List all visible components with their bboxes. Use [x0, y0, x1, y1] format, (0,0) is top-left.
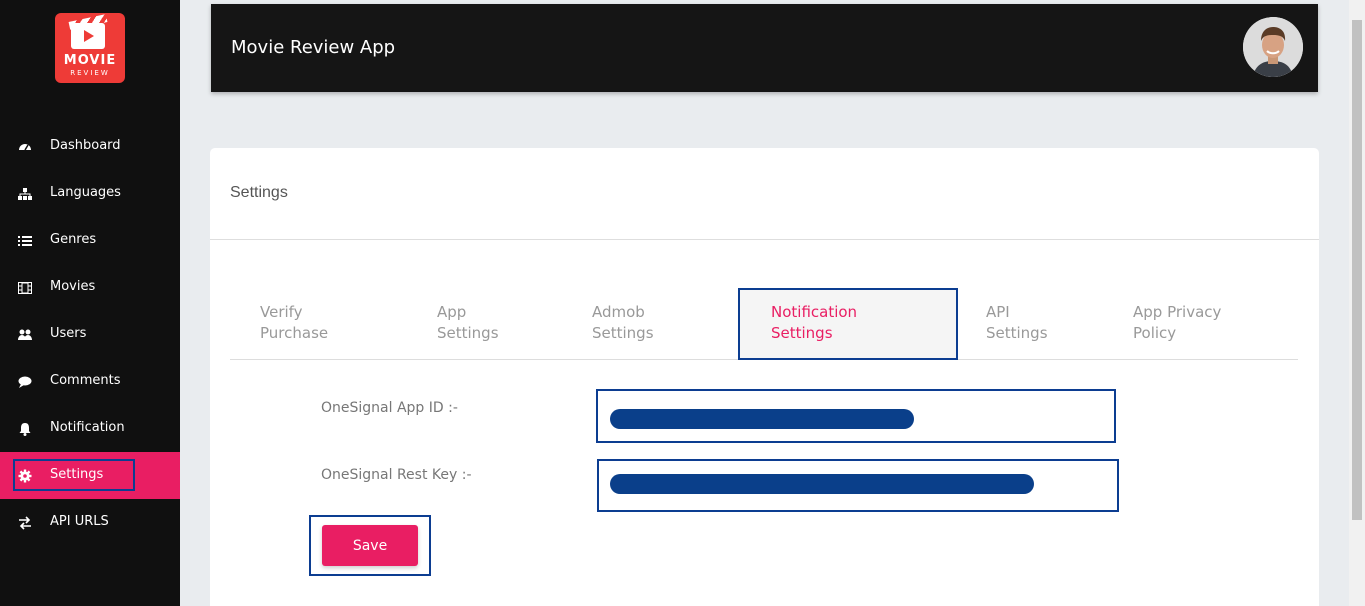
tab-label-line2: Purchase	[260, 324, 329, 342]
comments-icon	[18, 376, 32, 388]
exchange-icon	[19, 516, 31, 530]
tab-label-line2: Settings	[771, 324, 833, 342]
sidebar-nav: Dashboard Languages Genres Movies Users …	[0, 123, 180, 546]
sidebar-item-notification[interactable]: Notification	[0, 405, 180, 452]
tab-label-line2: Settings	[986, 324, 1048, 342]
onesignal-rest-key-input[interactable]	[597, 459, 1119, 512]
dashboard-icon	[19, 144, 31, 151]
sidebar-item-comments[interactable]: Comments	[0, 358, 180, 405]
onesignal-rest-key-label: OneSignal Rest Key :-	[321, 467, 472, 483]
tab-label-line1: App Privacy	[1133, 303, 1222, 321]
tab-label-line2: Settings	[437, 324, 499, 342]
redacted-value	[610, 409, 914, 429]
sidebar-item-label: Movies	[50, 279, 96, 294]
sidebar-item-dashboard[interactable]: Dashboard	[0, 123, 180, 170]
sidebar-item-label: API URLS	[50, 514, 109, 529]
sidebar-item-label: Users	[50, 326, 87, 341]
sidebar-item-genres[interactable]: Genres	[0, 217, 180, 264]
tab-admob-settings[interactable]: Admob Settings	[592, 302, 654, 344]
page-title: Settings	[230, 184, 288, 201]
onesignal-app-id-label: OneSignal App ID :-	[321, 400, 458, 416]
user-avatar-image	[1243, 17, 1303, 77]
gear-icon	[18, 469, 32, 483]
tab-label-line1: Notification	[771, 303, 858, 321]
list-icon	[18, 236, 32, 246]
tab-api-settings[interactable]: API Settings	[986, 302, 1048, 344]
tab-notification-settings[interactable]: Notification Settings	[771, 302, 857, 344]
tab-app-privacy-policy[interactable]: App Privacy Policy	[1133, 302, 1221, 344]
play-icon	[84, 30, 94, 42]
logo-text-review: REVIEW	[70, 69, 110, 77]
redacted-value	[610, 474, 1034, 494]
tab-label-line2: Policy	[1133, 324, 1177, 342]
top-header: Movie Review App	[211, 4, 1318, 92]
sidebar-item-label: Comments	[50, 373, 121, 388]
sidebar-item-label: Settings	[50, 467, 104, 482]
sidebar-item-movies[interactable]: Movies	[0, 264, 180, 311]
tab-label-line1: Verify	[260, 303, 303, 321]
tab-label-line1: Admob	[592, 303, 645, 321]
app-title: Movie Review App	[231, 37, 396, 58]
settings-tabs: Verify Purchase App Settings Admob Setti…	[230, 288, 1298, 360]
logo-text-movie: MOVIE	[63, 53, 117, 68]
sidebar-item-label: Genres	[50, 232, 97, 247]
sidebar-item-users[interactable]: Users	[0, 311, 180, 358]
divider	[210, 239, 1319, 240]
avatar[interactable]	[1243, 17, 1303, 77]
film-icon	[18, 282, 32, 294]
sidebar-item-label: Dashboard	[50, 138, 121, 153]
movie-review-logo[interactable]: MOVIE REVIEW	[55, 13, 125, 83]
sitemap-icon	[18, 188, 32, 200]
tab-app-settings[interactable]: App Settings	[437, 302, 499, 344]
sidebar-item-label: Languages	[50, 185, 121, 200]
onesignal-app-id-input[interactable]	[596, 389, 1116, 443]
sidebar: MOVIE REVIEW Dashboard Languages Genres …	[0, 0, 180, 606]
users-icon	[18, 329, 32, 340]
tab-label-line1: App	[437, 303, 467, 321]
scrollbar-thumb[interactable]	[1352, 20, 1362, 520]
save-button[interactable]: Save	[322, 525, 418, 566]
tab-label-line2: Settings	[592, 324, 654, 342]
sidebar-item-languages[interactable]: Languages	[0, 170, 180, 217]
sidebar-item-settings[interactable]: Settings	[0, 452, 180, 499]
settings-card: Settings Verify Purchase App Settings Ad…	[210, 148, 1319, 606]
tab-verify-purchase[interactable]: Verify Purchase	[260, 302, 328, 344]
tab-label-line1: API	[986, 303, 1010, 321]
sidebar-item-label: Notification	[50, 420, 125, 435]
bell-icon	[19, 423, 31, 436]
sidebar-item-api-urls[interactable]: API URLS	[0, 499, 180, 546]
